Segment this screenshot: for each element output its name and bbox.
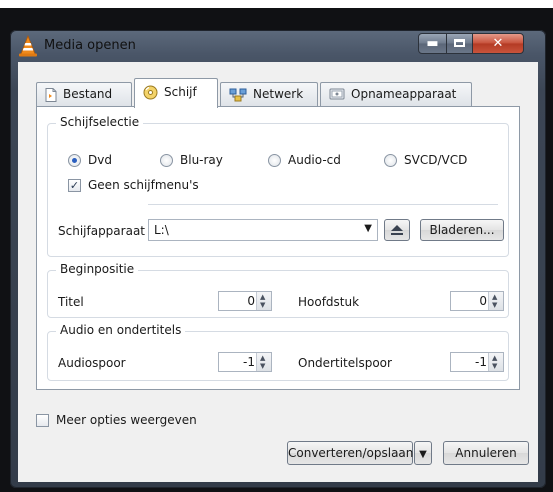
tab-netwerk[interactable]: Netwerk	[220, 82, 318, 106]
title-value: 0	[247, 294, 255, 308]
more-options-checkbox[interactable]	[36, 414, 49, 427]
convert-save-button[interactable]: Converteren/opslaan	[287, 441, 413, 465]
radio-bluray[interactable]	[160, 154, 173, 167]
subtitle-track-spinbox[interactable]: -1 ▲ ▼	[450, 352, 504, 372]
chevron-down-icon: ▼	[260, 301, 266, 309]
subtitle-track-value: -1	[475, 355, 487, 369]
chapter-value: 0	[479, 294, 487, 308]
minimize-icon: ▬	[426, 36, 439, 51]
cancel-button[interactable]: Annuleren	[443, 441, 529, 465]
tab-schijf[interactable]: Schijf	[134, 78, 218, 108]
radio-svcd-vcd[interactable]	[384, 154, 397, 167]
chevron-up-icon: ▲	[492, 354, 498, 362]
disc-device-label: Schijfapparaat	[58, 224, 145, 238]
no-disc-menus-checkbox[interactable]: ✓	[68, 179, 81, 192]
tab-label: Opnameapparaat	[351, 87, 457, 101]
chevron-up-icon: ▲	[260, 293, 266, 301]
minimize-button[interactable]: ▬	[418, 33, 447, 54]
tab-opnameapparaat[interactable]: Opnameapparaat	[320, 82, 472, 106]
tab-label: Bestand	[63, 87, 113, 101]
start-position-title: Beginpositie	[56, 262, 139, 276]
tab-bestand[interactable]: Bestand	[36, 82, 132, 106]
spin-arrows[interactable]: ▲ ▼	[256, 353, 271, 371]
close-icon: ✕	[492, 36, 504, 51]
radio-bluray-label[interactable]: Blu-ray	[180, 153, 223, 167]
vlc-cone-icon	[19, 34, 37, 57]
chevron-down-icon: ▼	[419, 449, 427, 460]
radio-svcd-vcd-label[interactable]: SVCD/VCD	[404, 153, 467, 167]
tab-label: Schijf	[164, 85, 197, 99]
separator	[148, 204, 498, 205]
disc-device-combobox[interactable]: L:\ ▼	[148, 219, 378, 241]
spin-arrows[interactable]: ▲ ▼	[488, 292, 503, 310]
browse-button[interactable]: Bladeren...	[420, 219, 504, 241]
more-options-label[interactable]: Meer opties weergeven	[56, 413, 197, 427]
disc-selection-title: Schijfselectie	[56, 115, 144, 129]
radio-audio-cd-label[interactable]: Audio-cd	[288, 153, 341, 167]
caption-buttons: ▬ ✕	[418, 33, 542, 55]
chevron-up-icon: ▲	[492, 293, 498, 301]
disc-icon	[143, 85, 158, 100]
tab-panel-schijf: Schijfselectie Dvd Blu-ray Audio-cd SVCD…	[36, 106, 520, 390]
tab-label: Netwerk	[253, 87, 304, 101]
maximize-icon	[454, 39, 465, 47]
chapter-label: Hoofdstuk	[298, 295, 360, 309]
audio-track-label: Audiospoor	[58, 356, 126, 370]
radio-audio-cd[interactable]	[268, 154, 281, 167]
chapter-spinbox[interactable]: 0 ▲ ▼	[450, 291, 504, 311]
chevron-down-icon: ▼	[492, 301, 498, 309]
no-disc-menus-label[interactable]: Geen schijfmenu's	[88, 178, 199, 192]
audio-track-spinbox[interactable]: -1 ▲ ▼	[218, 352, 272, 372]
convert-save-dropdown-button[interactable]: ▼	[414, 441, 432, 465]
capture-device-icon	[329, 88, 345, 100]
chevron-down-icon: ▼	[260, 362, 266, 370]
window-title: Media openen	[44, 38, 136, 53]
chevron-down-icon: ▼	[492, 362, 498, 370]
eject-button[interactable]	[384, 219, 410, 241]
audio-track-value: -1	[243, 355, 255, 369]
title-spinbox[interactable]: 0 ▲ ▼	[218, 291, 272, 311]
network-icon	[229, 88, 247, 101]
eject-icon	[391, 225, 403, 235]
audio-subtitles-group: Audio en ondertitels Audiospoor -1 ▲ ▼ O…	[47, 323, 509, 381]
audio-subtitles-title: Audio en ondertitels	[56, 323, 186, 337]
subtitle-track-label: Ondertitelspoor	[298, 356, 392, 370]
radio-dvd-label[interactable]: Dvd	[88, 153, 112, 167]
maximize-button[interactable]	[446, 33, 473, 54]
close-button[interactable]: ✕	[472, 33, 524, 54]
radio-dvd[interactable]	[68, 154, 81, 167]
spin-arrows[interactable]: ▲ ▼	[488, 353, 503, 371]
spin-arrows[interactable]: ▲ ▼	[256, 292, 271, 310]
disc-selection-group: Schijfselectie Dvd Blu-ray Audio-cd SVCD…	[47, 115, 509, 257]
file-icon	[45, 87, 57, 102]
chevron-up-icon: ▲	[260, 354, 266, 362]
start-position-group: Beginpositie Titel 0 ▲ ▼ Hoofdstuk 0 ▲ ▼	[47, 262, 509, 318]
chevron-down-icon: ▼	[364, 223, 372, 234]
disc-device-value: L:\	[154, 223, 169, 237]
title-label: Titel	[58, 295, 84, 309]
